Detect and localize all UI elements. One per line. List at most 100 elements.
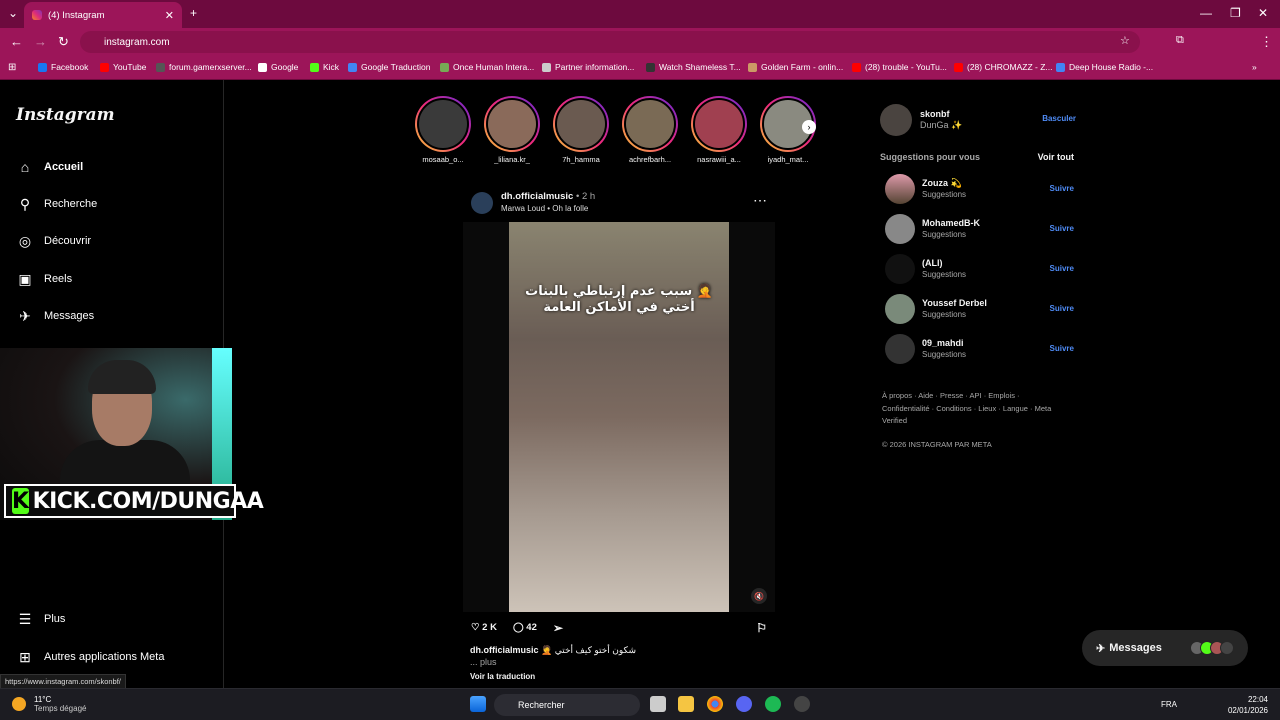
post-audio[interactable]: Marwa Loud • Oh la folle [501, 204, 588, 213]
messenger-icon: ✈ [1096, 642, 1106, 655]
instagram-logo[interactable]: Instagram [16, 105, 115, 125]
status-link-preview: https://www.instagram.com/skonbf/ [0, 674, 126, 689]
spotify-icon[interactable] [765, 696, 781, 712]
share-icon[interactable]: ➢ [553, 621, 563, 635]
see-all-link[interactable]: Voir tout [1038, 152, 1074, 162]
bookmark-item[interactable]: forum.gamerxserver... [156, 62, 252, 72]
story-item[interactable]: mosaab_o... [414, 96, 472, 164]
discord-icon[interactable] [736, 696, 752, 712]
suggestion-avatar[interactable] [885, 334, 915, 364]
suggestions-header: Suggestions pour vous Voir tout [880, 152, 1076, 170]
bookmark-item[interactable]: YouTube [100, 62, 146, 72]
tab-search-icon[interactable]: ⌄ [8, 6, 18, 20]
suggestion-avatar[interactable] [885, 294, 915, 324]
post-actions: ♡ 2 K ◯ 42 ➢ ⚐ [463, 612, 775, 644]
nav-search[interactable]: ⚲ Recherche [16, 192, 97, 216]
switch-account-button[interactable]: Basculer [1042, 114, 1076, 123]
caption-more-link[interactable]: ... plus [470, 656, 775, 668]
bookmark-star-icon[interactable]: ☆ [1120, 34, 1130, 47]
reload-icon[interactable]: ↻ [58, 34, 69, 50]
bookmark-item[interactable]: (28) trouble - YouTu... [852, 62, 947, 72]
caption-username[interactable]: dh.officialmusic [470, 645, 539, 655]
apps-grid-icon[interactable]: ⊞ [8, 62, 16, 73]
browser-menu-icon[interactable]: ⋮ [1260, 34, 1273, 50]
suggestion-item: 09_mahdi Suggestions Suivre [880, 330, 1076, 370]
messages-floating-button[interactable]: ✈ Messages [1082, 630, 1248, 666]
forward-icon[interactable]: → [34, 34, 47, 49]
minimize-icon[interactable]: — [1200, 6, 1212, 20]
more-options-icon[interactable]: ⋯ [753, 192, 767, 209]
bookmark-item[interactable]: (28) CHROMAZZ - Z... [954, 62, 1052, 72]
new-tab-icon[interactable]: + [190, 6, 197, 20]
suggestion-name[interactable]: (ALI) [922, 258, 943, 268]
suggestion-name[interactable]: Zouza 💫 [922, 178, 962, 189]
more-bookmarks-icon[interactable]: » [1252, 62, 1257, 72]
windows-taskbar: 11°C Temps dégagé Rechercher FRA 22:04 02… [0, 688, 1280, 720]
browser-tab[interactable]: (4) Instagram ✕ [24, 2, 182, 28]
maximize-icon[interactable]: ❐ [1230, 6, 1241, 20]
footer-links[interactable]: À propos · Aide · Presse · API · Emplois… [882, 390, 1052, 428]
meta-apps-icon: ⊞ [19, 648, 31, 665]
follow-button[interactable]: Suivre [1050, 344, 1074, 353]
stories-next-icon[interactable]: › [802, 120, 816, 134]
bookmarks-bar: ⊞ Facebook YouTube forum.gamerxserver...… [0, 56, 1280, 80]
comment-button[interactable]: ◯ 42 [513, 622, 537, 633]
language-indicator[interactable]: FRA [1161, 700, 1177, 709]
bookmark-item[interactable]: Once Human Intera... [440, 62, 534, 72]
tab-close-icon[interactable]: ✕ [165, 9, 174, 22]
bookmark-item[interactable]: Google [258, 62, 298, 72]
like-button[interactable]: ♡ 2 K [471, 622, 497, 633]
back-icon[interactable]: ← [10, 34, 23, 49]
weather-widget[interactable]: 11°C Temps dégagé [12, 695, 86, 713]
suggestion-avatar[interactable] [885, 214, 915, 244]
task-view-icon[interactable] [650, 696, 666, 712]
extensions-icon[interactable]: ⧉ [1176, 34, 1184, 47]
suggestion-name[interactable]: Youssef Derbel [922, 298, 987, 308]
close-window-icon[interactable]: ✕ [1258, 6, 1268, 20]
app-icon[interactable] [794, 696, 810, 712]
follow-button[interactable]: Suivre [1050, 184, 1074, 193]
current-user-avatar[interactable] [880, 104, 912, 136]
bookmark-item[interactable]: Deep House Radio -... [1056, 62, 1153, 72]
bookmark-item[interactable]: Google Traduction [348, 62, 430, 72]
nav-reels[interactable]: ▣ Reels [16, 267, 72, 291]
reel-video[interactable]: سبب عدم إرتباطي بالبنات 🤦 أختي في الأماك… [509, 222, 729, 612]
nav-meta-apps[interactable]: ⊞ Autres applications Meta [16, 645, 164, 669]
suggestion-avatar[interactable] [885, 254, 915, 284]
translate-link[interactable]: Voir la traduction [470, 671, 775, 683]
taskbar-search[interactable]: Rechercher [494, 694, 640, 716]
chrome-icon[interactable] [707, 696, 723, 712]
bookmark-item[interactable]: Partner information... [542, 62, 634, 72]
current-username[interactable]: skonbf [920, 109, 950, 119]
follow-button[interactable]: Suivre [1050, 264, 1074, 273]
post-media[interactable]: سبب عدم إرتباطي بالبنات 🤦 أختي في الأماك… [463, 222, 775, 612]
suggestions-title: Suggestions pour vous [880, 152, 981, 162]
nav-explore[interactable]: ◎ Découvrir [16, 229, 91, 253]
story-item[interactable]: _liliana.kr_ [483, 96, 541, 164]
suggestion-avatar[interactable] [885, 174, 915, 204]
story-item[interactable]: nasrawiii_a... [690, 96, 748, 164]
bookmark-item[interactable]: Golden Farm - onlin... [748, 62, 843, 72]
nav-home[interactable]: ⌂ Accueil [16, 155, 83, 179]
follow-button[interactable]: Suivre [1050, 304, 1074, 313]
follow-button[interactable]: Suivre [1050, 224, 1074, 233]
url-field[interactable]: instagram.com [80, 31, 1140, 53]
bookmark-item[interactable]: Facebook [38, 62, 88, 72]
home-icon: ⌂ [20, 159, 30, 175]
bookmark-item[interactable]: Watch Shameless T... [646, 62, 741, 72]
suggestion-name[interactable]: MohamedB-K [922, 218, 980, 228]
post-avatar[interactable] [471, 192, 493, 214]
story-item[interactable]: achrefbarh... [621, 96, 679, 164]
temperature: 11°C [34, 695, 52, 704]
post-username[interactable]: dh.officialmusic [501, 191, 573, 202]
mute-icon[interactable]: 🔇 [751, 588, 767, 604]
suggestion-name[interactable]: 09_mahdi [922, 338, 964, 348]
nav-messages[interactable]: ✈ Messages [16, 304, 94, 328]
start-icon[interactable] [470, 696, 486, 712]
story-item[interactable]: 7h_hamma [552, 96, 610, 164]
bookmark-item[interactable]: Kick [310, 62, 339, 72]
save-icon[interactable]: ⚐ [756, 621, 767, 635]
nav-more[interactable]: ☰ Plus [16, 607, 66, 631]
clock[interactable]: 22:04 02/01/2026 [1228, 694, 1268, 716]
file-explorer-icon[interactable] [678, 696, 694, 712]
